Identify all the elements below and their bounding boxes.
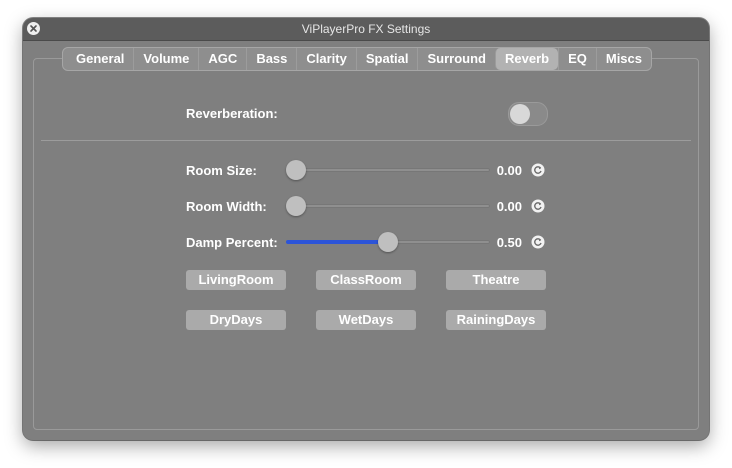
window-title: ViPlayerPro FX Settings (301, 22, 431, 36)
room-size-value: 0.00 (496, 163, 522, 178)
tab-volume[interactable]: Volume (133, 48, 198, 70)
title-bar[interactable]: ViPlayerPro FX Settings (23, 18, 709, 41)
damp-percent-label: Damp Percent: (186, 235, 278, 250)
tab-miscs[interactable]: Miscs (595, 48, 651, 70)
room-width-value: 0.00 (496, 199, 522, 214)
tab-clarity[interactable]: Clarity (296, 48, 355, 70)
reset-icon[interactable] (531, 199, 545, 213)
slider-thumb[interactable] (378, 232, 398, 252)
slider-thumb[interactable] (286, 160, 306, 180)
reset-icon[interactable] (531, 235, 545, 249)
divider (41, 140, 691, 141)
room-size-label: Room Size: (186, 163, 257, 178)
preset-classroom-button[interactable]: ClassRoom (316, 270, 416, 290)
slider-thumb[interactable] (286, 196, 306, 216)
room-size-slider[interactable] (286, 160, 490, 180)
slider-fill (286, 240, 388, 244)
settings-window: ViPlayerPro FX Settings General Volume A… (23, 18, 709, 440)
tab-agc[interactable]: AGC (198, 48, 246, 70)
reset-icon[interactable] (531, 163, 545, 177)
preset-drydays-button[interactable]: DryDays (186, 310, 286, 330)
tab-surround[interactable]: Surround (417, 48, 495, 70)
room-width-label: Room Width: (186, 199, 267, 214)
tab-bar: General Volume AGC Bass Clarity Spatial … (62, 47, 652, 71)
preset-theatre-button[interactable]: Theatre (446, 270, 546, 290)
reverberation-label: Reverberation: (186, 106, 278, 121)
preset-livingroom-button[interactable]: LivingRoom (186, 270, 286, 290)
preset-wetdays-button[interactable]: WetDays (316, 310, 416, 330)
tab-reverb[interactable]: Reverb (494, 48, 559, 70)
reverberation-toggle[interactable] (508, 102, 548, 126)
tab-spatial[interactable]: Spatial (355, 48, 418, 70)
preset-rainingdays-button[interactable]: RainingDays (446, 310, 546, 330)
tab-general[interactable]: General (63, 48, 133, 70)
tab-eq[interactable]: EQ (558, 48, 596, 70)
room-width-slider[interactable] (286, 196, 490, 216)
toggle-knob (510, 104, 530, 124)
damp-percent-value: 0.50 (496, 235, 522, 250)
tab-bass[interactable]: Bass (246, 48, 296, 70)
tab-content-panel (33, 58, 699, 430)
damp-percent-slider[interactable] (286, 232, 490, 252)
